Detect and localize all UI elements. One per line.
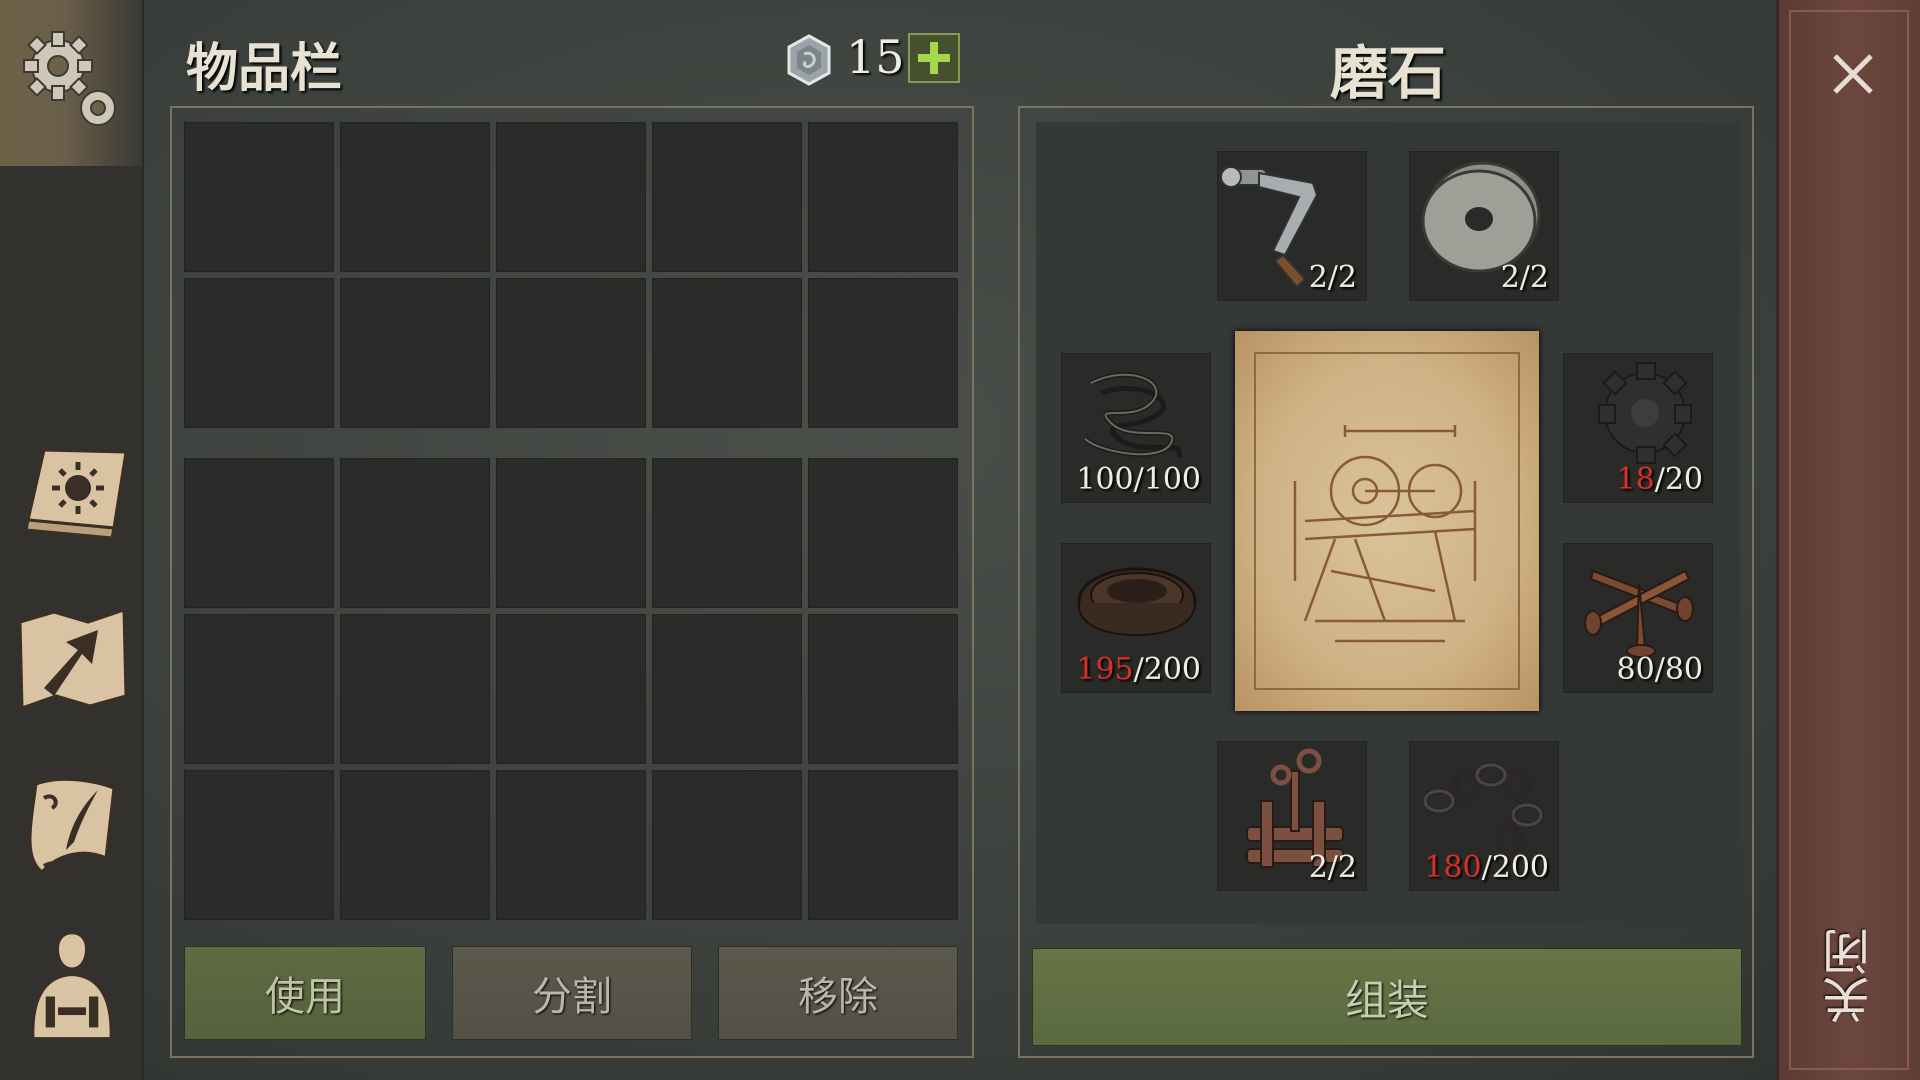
component-count: 80/80 bbox=[1616, 652, 1703, 687]
character-icon[interactable] bbox=[14, 930, 130, 1046]
add-currency-button[interactable] bbox=[908, 33, 960, 83]
inventory-slot[interactable] bbox=[184, 278, 334, 428]
sun-book-icon[interactable] bbox=[14, 432, 130, 548]
inventory-slot[interactable] bbox=[808, 458, 958, 608]
inventory-slot[interactable] bbox=[184, 614, 334, 764]
plus-icon bbox=[918, 42, 950, 74]
component-count: 18/20 bbox=[1616, 462, 1703, 497]
inventory-slot[interactable] bbox=[340, 614, 490, 764]
component-count: 2/2 bbox=[1308, 260, 1357, 295]
close-icon[interactable] bbox=[1829, 50, 1877, 98]
inventory-slot[interactable] bbox=[184, 122, 334, 272]
quest-scroll-icon[interactable] bbox=[14, 768, 130, 884]
inventory-slot[interactable] bbox=[652, 614, 802, 764]
component-slot-leather[interactable]: 195/200 bbox=[1061, 543, 1211, 693]
inventory-slot[interactable] bbox=[340, 770, 490, 920]
sidebar bbox=[0, 0, 144, 1080]
component-slot-nails[interactable]: 80/80 bbox=[1563, 543, 1713, 693]
close-label[interactable]: 关闭 bbox=[1816, 928, 1886, 1024]
grindstone-blueprint-icon bbox=[1254, 352, 1520, 690]
craft-title: 磨石 bbox=[1330, 39, 1447, 107]
component-slot-vise[interactable]: 2/2 bbox=[1217, 741, 1367, 891]
close-panel-border bbox=[1789, 10, 1909, 1070]
inventory-title: 物品栏 bbox=[186, 38, 343, 99]
inventory-slot[interactable] bbox=[652, 122, 802, 272]
currency-count: 15 bbox=[846, 30, 905, 84]
component-slot-wire[interactable]: 100/100 bbox=[1061, 353, 1211, 503]
inventory-slot[interactable] bbox=[340, 278, 490, 428]
inventory-slot[interactable] bbox=[184, 458, 334, 608]
remove-button[interactable]: 移除 bbox=[718, 946, 958, 1040]
inventory-slot[interactable] bbox=[340, 458, 490, 608]
component-slot-wheel[interactable]: 2/2 bbox=[1409, 151, 1559, 301]
inventory-slot[interactable] bbox=[496, 770, 646, 920]
inventory-slot[interactable] bbox=[808, 278, 958, 428]
component-count: 100/100 bbox=[1076, 462, 1201, 497]
inventory-slot[interactable] bbox=[184, 770, 334, 920]
inventory-slot[interactable] bbox=[496, 458, 646, 608]
component-count: 180/200 bbox=[1424, 850, 1549, 885]
silver-coin-icon bbox=[787, 34, 831, 86]
inventory-slot[interactable] bbox=[652, 770, 802, 920]
inventory-slot[interactable] bbox=[808, 122, 958, 272]
inventory-slot[interactable] bbox=[340, 122, 490, 272]
settings-tab[interactable] bbox=[0, 0, 142, 166]
inventory-slot[interactable] bbox=[496, 122, 646, 272]
component-slot-gear[interactable]: 18/20 bbox=[1563, 353, 1713, 503]
close-panel[interactable] bbox=[1776, 0, 1920, 1080]
inventory-slot[interactable] bbox=[808, 770, 958, 920]
map-arrow-icon[interactable] bbox=[14, 600, 130, 716]
inventory-slot[interactable] bbox=[808, 614, 958, 764]
component-slot-crank[interactable]: 2/2 bbox=[1217, 151, 1367, 301]
inventory-slot[interactable] bbox=[496, 614, 646, 764]
split-button[interactable]: 分割 bbox=[452, 946, 692, 1040]
assemble-button[interactable]: 组装 bbox=[1032, 948, 1742, 1046]
blueprint-card bbox=[1235, 331, 1539, 711]
component-count: 195/200 bbox=[1076, 652, 1201, 687]
component-count: 2/2 bbox=[1308, 850, 1357, 885]
use-button[interactable]: 使用 bbox=[184, 946, 426, 1040]
inventory-slot[interactable] bbox=[496, 278, 646, 428]
component-count: 2/2 bbox=[1500, 260, 1549, 295]
inventory-slot[interactable] bbox=[652, 458, 802, 608]
inventory-slot[interactable] bbox=[652, 278, 802, 428]
component-slot-chain[interactable]: 180/200 bbox=[1409, 741, 1559, 891]
gear-icon bbox=[23, 31, 116, 126]
